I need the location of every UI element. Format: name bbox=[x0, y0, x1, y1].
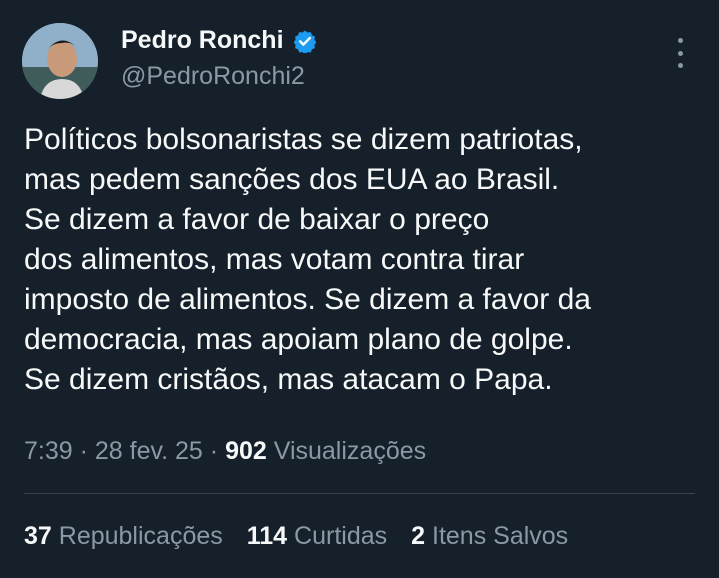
tweet-line: Se dizem cristãos, mas atacam o Papa. bbox=[24, 363, 553, 396]
avatar[interactable] bbox=[22, 23, 98, 99]
likes-label: Curtidas bbox=[287, 522, 388, 550]
more-options-icon[interactable] bbox=[668, 38, 692, 68]
author-display-name-row[interactable]: Pedro Ronchi bbox=[121, 26, 317, 55]
tweet-metadata: 7:39 · 28 fev. 25 · 902 Visualizações bbox=[24, 437, 426, 466]
tweet-line: imposto de alimentos. Se dizem a favor d… bbox=[24, 283, 591, 316]
meta-separator: · bbox=[72, 437, 95, 465]
tweet-line: mas pedem sanções dos EUA ao Brasil. bbox=[24, 163, 560, 196]
bookmarks-stat[interactable]: 2 Itens Salvos bbox=[411, 522, 568, 551]
meta-separator: · bbox=[202, 437, 226, 465]
tweet-line: dos alimentos, mas votam contra tirar bbox=[24, 243, 525, 276]
views-link[interactable]: 902 Visualizações bbox=[225, 437, 426, 465]
avatar-photo bbox=[22, 23, 98, 99]
author-handle[interactable]: @PedroRonchi2 bbox=[121, 62, 305, 91]
likes-count: 114 bbox=[246, 522, 288, 550]
views-count: 902 bbox=[225, 437, 267, 465]
engagement-stats: 37 Republicações 114 Curtidas 2 Itens Sa… bbox=[24, 522, 592, 551]
reposts-label: Republicações bbox=[51, 522, 223, 550]
tweet-line: Se dizem a favor de baixar o preço bbox=[24, 203, 490, 236]
tweet-line: democracia, mas apoiam plano de golpe. bbox=[24, 323, 573, 356]
tweet-line: Políticos bolsonaristas se dizem patriot… bbox=[24, 123, 583, 156]
bookmarks-label: Itens Salvos bbox=[425, 522, 569, 550]
tweet-date[interactable]: 28 fev. 25 bbox=[95, 437, 203, 465]
views-label: Visualizações bbox=[266, 437, 427, 465]
likes-stat[interactable]: 114 Curtidas bbox=[247, 522, 387, 551]
bookmarks-count: 2 bbox=[411, 522, 426, 550]
reposts-count: 37 bbox=[24, 522, 52, 550]
verified-badge-icon[interactable] bbox=[293, 29, 317, 54]
author-display-name[interactable]: Pedro Ronchi bbox=[121, 26, 284, 55]
divider bbox=[24, 493, 695, 494]
tweet-text: Políticos bolsonaristas se dizem patriot… bbox=[24, 120, 704, 400]
reposts-stat[interactable]: 37 Republicações bbox=[24, 522, 223, 551]
tweet-time[interactable]: 7:39 bbox=[24, 437, 73, 465]
